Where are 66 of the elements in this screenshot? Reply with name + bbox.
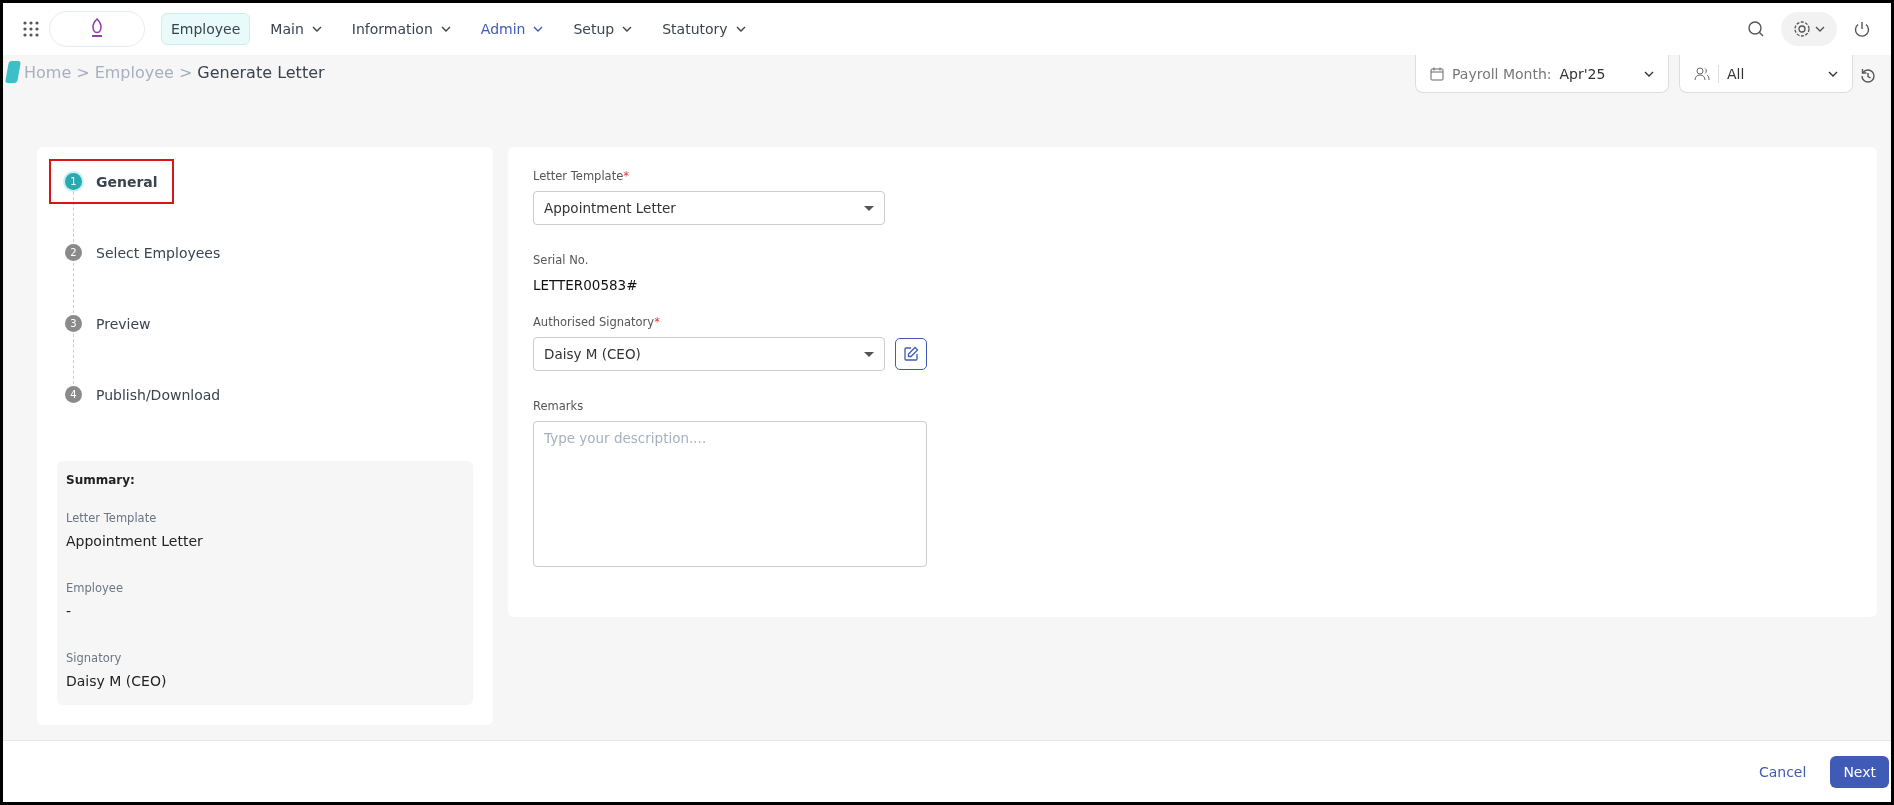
settings-icon xyxy=(1793,20,1811,38)
chevron-down-icon xyxy=(1828,70,1838,77)
chevron-down-icon xyxy=(1815,26,1825,32)
field-label: Authorised Signatory* xyxy=(533,315,661,329)
chevron-down-icon xyxy=(735,26,746,32)
step-connector xyxy=(73,192,74,242)
summary-value: Appointment Letter xyxy=(66,533,204,549)
group-filter-dropdown[interactable]: All xyxy=(1679,55,1853,93)
letter-template-dropdown[interactable]: Appointment Letter xyxy=(533,191,885,225)
step-item[interactable]: 4 Publish/Download xyxy=(49,372,237,417)
breadcrumb-separator: > xyxy=(76,62,90,82)
step-connector xyxy=(73,334,74,384)
nav-menu-item[interactable]: Employee xyxy=(161,13,251,45)
nav-menu-item[interactable]: Information xyxy=(341,13,461,45)
step-item[interactable]: 1 General xyxy=(49,159,174,204)
step-item[interactable]: 3 Preview xyxy=(49,301,167,346)
step-connector xyxy=(73,263,74,313)
app-grid-icon[interactable] xyxy=(23,21,39,37)
summary-value: Daisy M (CEO) xyxy=(66,673,168,689)
nav-menu-item[interactable]: Admin xyxy=(470,13,554,45)
payroll-month-dropdown[interactable]: Payroll Month: Apr'25 xyxy=(1415,55,1669,93)
breadcrumb-current: Generate Letter xyxy=(197,62,325,82)
chevron-down-icon xyxy=(622,26,633,32)
required-mark: * xyxy=(654,315,660,329)
summary-label: Letter Template xyxy=(66,511,158,525)
chevron-down-icon xyxy=(1644,70,1654,77)
summary-label: Employee xyxy=(66,581,124,595)
field-label: Remarks xyxy=(533,399,585,413)
field-label: Letter Template* xyxy=(533,169,630,183)
step-label: General xyxy=(96,173,158,190)
settings-button[interactable] xyxy=(1781,12,1837,46)
required-mark: * xyxy=(623,169,629,183)
step-label: Select Employees xyxy=(96,244,221,261)
step-label: Preview xyxy=(96,315,151,332)
summary-title: Summary: xyxy=(66,473,136,487)
nav-menu-item[interactable]: Main xyxy=(260,13,332,45)
edit-icon xyxy=(903,346,919,362)
power-icon xyxy=(1853,20,1871,38)
step-label: Publish/Download xyxy=(96,386,221,403)
caret-icon xyxy=(864,351,874,357)
summary-value: - xyxy=(66,603,73,619)
step-number: 2 xyxy=(65,244,82,261)
cancel-button[interactable]: Cancel xyxy=(1752,762,1813,781)
users-icon xyxy=(1694,66,1710,81)
breadcrumb-separator: > xyxy=(178,62,193,82)
search-icon xyxy=(1747,20,1765,38)
caret-icon xyxy=(864,205,874,211)
nav-menu-item[interactable]: Setup xyxy=(563,13,643,45)
remarks-field[interactable]: Type your description.... xyxy=(533,421,927,567)
calendar-icon xyxy=(1430,66,1444,81)
edit-button[interactable] xyxy=(895,338,927,370)
serial-number: LETTER00583# xyxy=(533,277,639,293)
chevron-down-icon xyxy=(440,26,451,32)
step-number: 1 xyxy=(65,173,82,190)
chevron-down-icon xyxy=(533,26,544,32)
nav-menu-item[interactable]: Statutory xyxy=(652,13,756,45)
logo-icon xyxy=(90,18,104,40)
field-label: Serial No. xyxy=(533,253,590,267)
step-item[interactable]: 2 Select Employees xyxy=(49,230,237,275)
history-icon xyxy=(1859,67,1877,85)
signatory-dropdown[interactable]: Daisy M (CEO) xyxy=(533,337,885,371)
summary-label: Signatory xyxy=(66,651,123,665)
step-number: 3 xyxy=(65,315,82,332)
next-button[interactable]: Next xyxy=(1830,755,1889,788)
step-number: 4 xyxy=(65,386,82,403)
chevron-down-icon xyxy=(311,26,322,32)
